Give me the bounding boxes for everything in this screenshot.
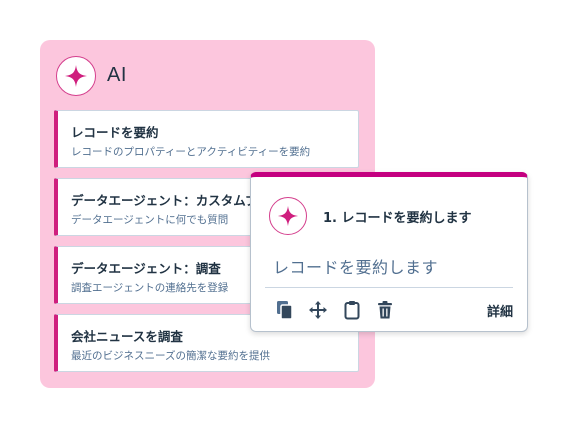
copy-icon xyxy=(277,301,293,320)
action-card-description: レコードのプロパティーとアクティビティーを要約 xyxy=(71,146,311,158)
action-card-description: 最近のビジネスニーズの簡潔な要約を提供 xyxy=(71,350,270,362)
action-card-description: データエージェントに何でも質問 xyxy=(71,214,229,226)
trash-icon xyxy=(378,301,392,319)
panel-title: AI xyxy=(107,64,127,86)
action-card-summarize-record[interactable]: レコードを要約 レコードのプロパティーとアクティビティーを要約 xyxy=(54,110,359,168)
action-card-title: レコードを要約 xyxy=(71,125,159,140)
details-button[interactable]: 詳細 xyxy=(487,301,513,320)
move-button[interactable] xyxy=(308,299,328,321)
sparkle-icon xyxy=(277,205,299,227)
step-body: レコードを要約します xyxy=(273,258,439,277)
action-card-title: データエージェント：調査 xyxy=(71,261,221,276)
move-icon xyxy=(309,301,327,319)
ai-badge xyxy=(56,56,96,96)
action-step-popup: 1. レコードを要約します レコードを要約します 詳細 xyxy=(250,172,528,332)
ai-badge xyxy=(269,197,307,235)
copy-button[interactable] xyxy=(275,299,295,321)
divider xyxy=(265,287,513,288)
step-title: 1. レコードを要約します xyxy=(323,211,472,226)
clipboard-icon xyxy=(344,301,360,320)
clipboard-button[interactable] xyxy=(342,299,362,321)
action-card-title: 会社ニュースを調査 xyxy=(71,329,183,344)
delete-button[interactable] xyxy=(375,299,395,321)
sparkle-icon xyxy=(65,65,87,87)
action-card-description: 調査エージェントの連絡先を登録 xyxy=(71,282,229,294)
action-card-title: データエージェント：カスタムプ xyxy=(71,193,258,208)
